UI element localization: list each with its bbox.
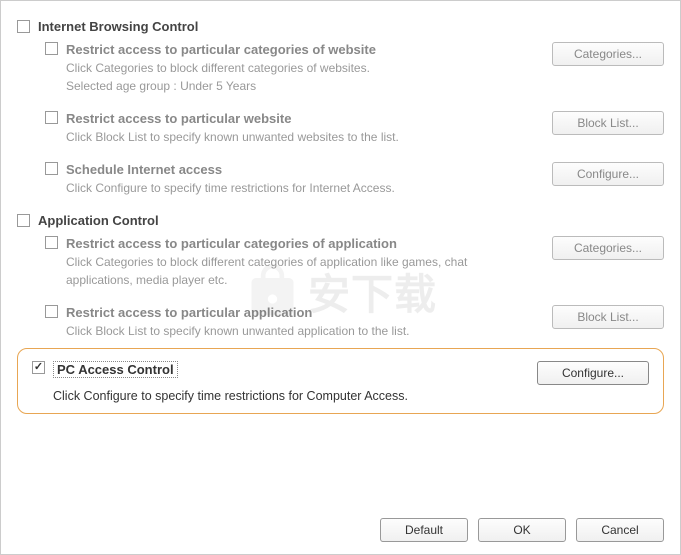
pc-access-desc: Click Configure to specify time restrict… [53, 389, 649, 403]
section-title-internet: Internet Browsing Control [38, 19, 198, 34]
option-desc: Click Block List to specify known unwant… [66, 322, 410, 340]
option-title: Restrict access to particular website [66, 111, 399, 126]
checkbox-restrict-website[interactable] [45, 111, 58, 124]
cancel-button[interactable]: Cancel [576, 518, 664, 542]
option-desc: Click Categories to block different cate… [66, 59, 376, 95]
app-block-list-button[interactable]: Block List... [552, 305, 664, 329]
checkbox-internet-control[interactable] [17, 20, 30, 33]
dialog-footer: Default OK Cancel [380, 518, 664, 542]
section-pc-access: PC Access Control Configure... Click Con… [17, 348, 664, 414]
option-desc: Click Configure to specify time restrict… [66, 179, 395, 197]
option-desc: Click Categories to block different cate… [66, 253, 536, 289]
block-list-button[interactable]: Block List... [552, 111, 664, 135]
checkbox-pc-access[interactable] [32, 361, 45, 374]
option-restrict-app-categories: Restrict access to particular categories… [45, 236, 664, 289]
checkbox-restrict-app-categories[interactable] [45, 236, 58, 249]
checkbox-restrict-app[interactable] [45, 305, 58, 318]
option-title: Restrict access to particular categories… [66, 236, 536, 251]
settings-panel: Internet Browsing Control Restrict acces… [0, 0, 681, 555]
app-categories-button[interactable]: Categories... [552, 236, 664, 260]
option-restrict-website-categories: Restrict access to particular categories… [45, 42, 664, 95]
checkbox-application-control[interactable] [17, 214, 30, 227]
section-internet: Internet Browsing Control Restrict acces… [17, 19, 664, 197]
option-schedule-internet: Schedule Internet access Click Configure… [45, 162, 664, 197]
option-title: Restrict access to particular applicatio… [66, 305, 410, 320]
checkbox-schedule-internet[interactable] [45, 162, 58, 175]
section-header-internet: Internet Browsing Control [17, 19, 664, 34]
section-header-application: Application Control [17, 213, 664, 228]
categories-button[interactable]: Categories... [552, 42, 664, 66]
section-application: Application Control Restrict access to p… [17, 213, 664, 340]
default-button[interactable]: Default [380, 518, 468, 542]
configure-pc-button[interactable]: Configure... [537, 361, 649, 385]
option-title: Schedule Internet access [66, 162, 395, 177]
ok-button[interactable]: OK [478, 518, 566, 542]
option-title: Restrict access to particular categories… [66, 42, 376, 57]
configure-internet-button[interactable]: Configure... [552, 162, 664, 186]
checkbox-restrict-website-categories[interactable] [45, 42, 58, 55]
section-title-pc: PC Access Control [53, 361, 178, 378]
option-desc: Click Block List to specify known unwant… [66, 128, 399, 146]
option-restrict-app: Restrict access to particular applicatio… [45, 305, 664, 340]
option-restrict-website: Restrict access to particular website Cl… [45, 111, 664, 146]
section-title-application: Application Control [38, 213, 159, 228]
